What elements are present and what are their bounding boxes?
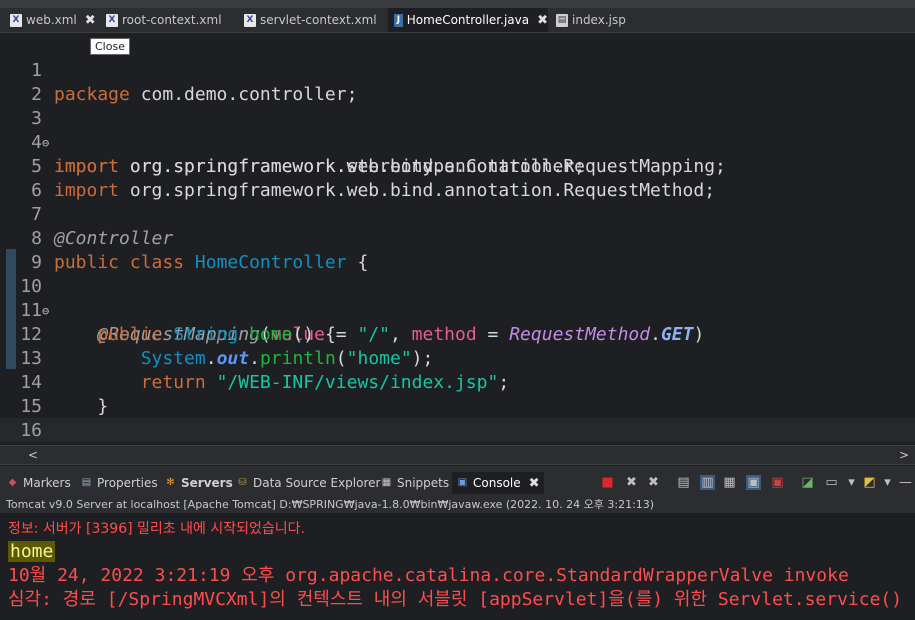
tab-servlet-context-xml[interactable]: X servlet-context.xml [238,8,384,32]
top-edge [0,0,915,8]
console-line: home [8,541,56,562]
close-icon[interactable]: ✖ [537,13,548,28]
minimize-icon[interactable]: — [898,475,913,490]
close-tooltip: Close [90,38,130,55]
code-line: 5 import org.springframework.web.bind.an… [0,131,915,201]
markers-icon: ◆ [8,477,17,488]
console-icon: ▣ [457,477,468,488]
tab-label: servlet-context.xml [260,13,377,27]
horizontal-scrollbar[interactable]: < > [0,445,915,465]
code-line: 9 [0,227,915,273]
code-line: 2 [0,59,915,105]
code-line: 10 ⊖ @RequestMapping(value = "/", method… [0,251,915,345]
tab-servers[interactable]: ✻ Servers [164,472,232,494]
remove-launch-icon[interactable]: ✖ [624,475,639,490]
tab-console[interactable]: ▣ Console ✖ [452,472,544,494]
console-line: 심각: 경로 [/SpringMVCXml]의 컨텍스트 내의 서블릿 [app… [8,589,903,610]
code-line: 15 [0,371,915,417]
xml-file-icon: X [10,13,22,27]
dropdown-icon[interactable]: ▾ [844,475,859,490]
clear-console-icon[interactable]: ▤ [676,475,691,490]
tab-label: HomeController.java [406,13,530,27]
word-wrap-icon[interactable]: ▦ [722,475,737,490]
open-console-icon[interactable]: ◩ [862,475,877,490]
editor-tab-bar: X web.xml ✖ X root-context.xml X servlet… [0,0,915,33]
properties-icon: ▤ [81,477,92,488]
scroll-right-icon[interactable]: > [899,446,909,464]
tab-web-xml[interactable]: X web.xml ✖ [4,8,98,32]
code-line: 13 return "/WEB-INF/views/index.jsp"; [0,323,915,393]
tab-home-controller-java[interactable]: J HomeController.java ✖ [388,8,548,32]
code-line: 17 [0,419,915,465]
code-line: 8 public class HomeController { [0,203,915,273]
console-line: 10월 24, 2022 3:21:19 오후 org.apache.catal… [8,565,849,586]
tab-snippets[interactable]: ▦ Snippets [380,472,449,494]
close-icon[interactable]: ✖ [529,476,540,491]
tab-label: root-context.xml [122,13,222,27]
code-line: 11 public String home() { [0,275,915,345]
code-editor[interactable]: 1 package com.demo.controller; 2 3 ⊖ imp… [0,33,915,465]
tab-markers[interactable]: ◆ Markers [6,472,71,494]
tab-label: web.xml [26,13,77,27]
tab-data-source-explorer[interactable]: ⛁ Data Source Explorer [236,472,380,494]
display-console-icon[interactable]: ▭ [824,475,839,490]
remove-all-icon[interactable]: ✖ [646,475,661,490]
data-source-icon: ⛁ [238,477,247,488]
console-output[interactable]: 정보: 서버가 [3396] 밀리초 내에 시작되었습니다. home 10월 … [0,514,915,620]
tab-properties[interactable]: ▤ Properties [80,472,158,494]
code-line: 1 package com.demo.controller; [0,35,915,105]
scroll-left-icon[interactable]: < [28,446,38,464]
tab-label: index.jsp [572,13,626,27]
show-on-error-icon[interactable]: ▣ [770,475,785,490]
code-line: 4 import org.springframework.web.bind.an… [0,107,915,177]
snippets-icon: ▦ [381,477,392,488]
code-line: 14 } [0,347,915,417]
code-line: 6 [0,155,915,201]
console-description: Tomcat v9.0 Server at localhost [Apache … [0,497,915,513]
code-line: 3 ⊖ import org.springframework.stereotyp… [0,83,915,177]
code-line: 16 } [0,395,915,465]
jsp-file-icon: ▤ [556,13,568,27]
xml-file-icon: X [106,13,118,27]
code-line: 7 @Controller [0,179,915,249]
console-line: 정보: 서버가 [3396] 밀리초 내에 시작되었습니다. [8,521,305,537]
java-file-icon: J [394,13,403,27]
show-on-output-icon[interactable]: ▣ [746,475,761,490]
pin-console-icon[interactable]: ◪ [800,475,815,490]
xml-file-icon: X [244,13,256,27]
servers-icon: ✻ [166,477,175,488]
scroll-lock-icon[interactable]: ▥ [700,475,715,490]
close-icon[interactable]: ✖ [85,13,96,28]
view-tab-bar: ◆ Markers ▤ Properties ✻ Servers ⛁ Data … [0,466,915,498]
tab-index-jsp[interactable]: ▤ index.jsp [550,8,640,32]
terminate-icon[interactable]: ■ [600,475,615,490]
code-line: 12 System.out.println("home"); [0,299,915,369]
dropdown-icon[interactable]: ▾ [880,475,895,490]
tab-root-context-xml[interactable]: X root-context.xml [100,8,236,32]
